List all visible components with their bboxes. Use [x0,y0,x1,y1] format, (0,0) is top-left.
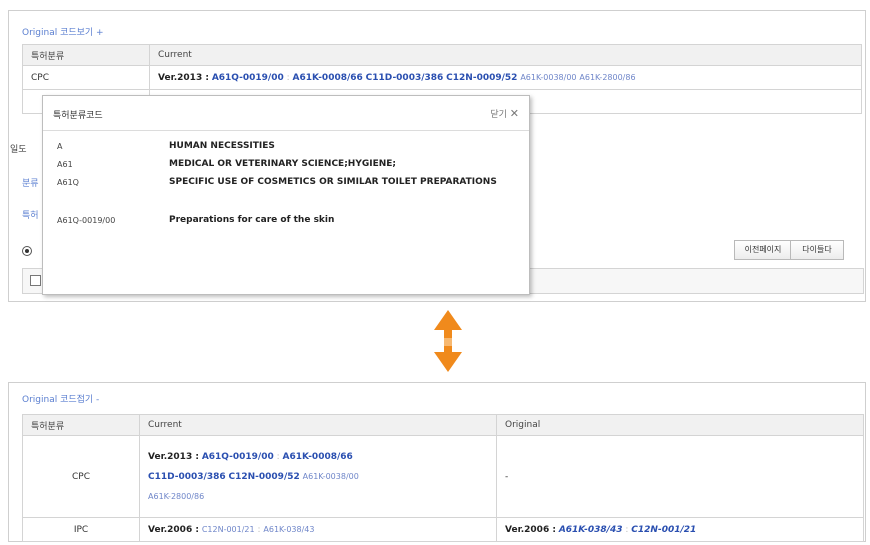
cpc-code-link[interactable]: C12N-0009/52 [229,472,300,482]
header-classification: 특허분류 [22,414,140,436]
ipc-original-cell: Ver.2006 : A61K-038/43 : C12N-001/21 [496,517,864,542]
row-checkbox[interactable] [30,275,41,286]
cpc-code-link[interactable]: C12N-0009/52 [446,73,517,83]
header-current: Current [139,414,497,436]
popup-desc: Preparations for care of the skin [169,215,335,225]
header-classification: 특허분류 [22,44,150,66]
row-type-ipc: IPC [22,517,140,542]
behind-label: 분류 [22,179,39,189]
ipc-code-link[interactable]: C12N-001/21 [631,525,696,535]
header-current: Current [149,44,862,66]
up-down-arrow-icon [434,310,462,372]
popup-close-button[interactable]: 닫기 ✕ [490,107,519,120]
cpc-code-link[interactable]: A61K-2800/86 [148,492,204,501]
radio-button[interactable] [22,246,32,256]
version-label: Ver.2006 : [148,524,199,535]
popup-desc: SPECIFIC USE OF COSMETICS OR SIMILAR TOI… [169,177,497,187]
close-x-icon: ✕ [509,107,519,120]
header-original: Original [496,414,864,436]
ipc-code-link[interactable]: A61K-038/43 [263,525,314,534]
cpc-code-link[interactable]: A61Q-0019/00 [212,73,284,83]
version-label: Ver.2013 : [158,72,209,83]
behind-label: 일도 [10,145,27,155]
original-code-hide-toggle[interactable]: Original 코드접기 - [22,392,99,405]
cpc-code-link[interactable]: A61K-2800/86 [579,73,635,82]
ipc-code-link[interactable]: C12N-001/21 [202,525,255,534]
prev-page-button[interactable]: 이전페이지 [734,240,792,260]
cpc-code-link[interactable]: A61K-0038/00 [520,73,576,82]
popup-close-label: 닫기 [490,110,507,120]
version-label: Ver.2013 : [148,451,199,462]
popup-code: A [57,142,63,151]
popup-header: 특허분류코드 닫기 ✕ [43,96,529,131]
cpc-code-link[interactable]: A61K-0008/66 [283,452,353,462]
popup-code: A61 [57,160,73,169]
version-label: Ver.2006 : [505,524,556,535]
cpc-current-cell: Ver.2013 : A61Q-0019/00 : A61K-0008/66 C… [139,435,497,518]
row-type-cpc: CPC [22,65,150,90]
popup-title: 특허분류코드 [53,111,103,121]
cpc-code-link[interactable]: A61K-0038/00 [303,472,359,481]
original-code-show-toggle[interactable]: Original 코드보기 + [22,25,104,38]
behind-label: 특허 [22,211,39,221]
cpc-code-link[interactable]: C11D-0003/386 [366,73,444,83]
next-page-button[interactable]: 다이들다 [790,240,844,260]
popup-desc: HUMAN NECESSITIES [169,141,275,151]
popup-code: A61Q [57,178,79,187]
cpc-code-link[interactable]: A61K-0008/66 [293,73,363,83]
popup-desc: MEDICAL OR VETERINARY SCIENCE;HYGIENE; [169,159,397,169]
classification-code-popup: 특허분류코드 닫기 ✕ A HUMAN NECESSITIES A61 MEDI… [42,95,530,295]
bottom-classification-table: 특허분류 Current Original CPC Ver.2013 : A61… [22,414,864,542]
popup-code: A61Q-0019/00 [57,216,116,225]
ipc-current-cell: Ver.2006 : C12N-001/21 : A61K-038/43 [139,517,497,542]
cpc-code-link[interactable]: C11D-0003/386 [148,472,226,482]
ipc-code-link[interactable]: A61K-038/43 [559,525,623,535]
current-codes-cell: Ver.2013 : A61Q-0019/00 : A61K-0008/66 C… [149,65,862,90]
row-type-cpc: CPC [22,435,140,518]
cpc-code-link[interactable]: A61Q-0019/00 [202,452,274,462]
cpc-original-cell: - [496,435,864,518]
